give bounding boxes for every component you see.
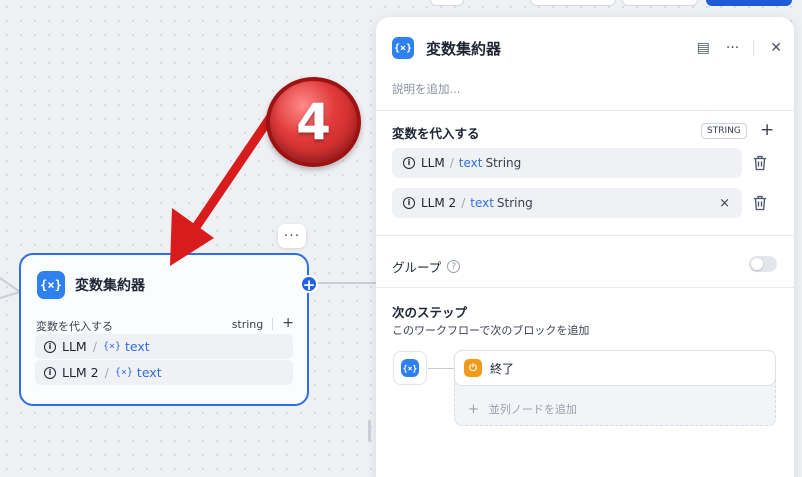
next-step-subtitle: このワークフローで次のブロックを追加: [392, 324, 590, 337]
divider: [376, 287, 794, 288]
outgoing-edge: [316, 282, 378, 284]
add-next-node-button[interactable]: +: [300, 275, 318, 294]
variable-row[interactable]: i LLM 2 / text String ×: [392, 188, 742, 218]
close-icon[interactable]: ✕: [770, 40, 782, 56]
node-section-label: 変数を代入する: [36, 320, 113, 333]
llm-icon: i: [44, 340, 56, 353]
divider: [376, 235, 794, 236]
node-settings-panel: {×} 変数集約器 ▤ ··· ✕ 説明を追加... 変数を代入する STRIN…: [376, 17, 794, 477]
panel-header: {×} 変数集約器 ▤ ··· ✕: [392, 37, 782, 59]
flow-connector: [428, 368, 454, 369]
variable-icon: {×}: [401, 359, 419, 377]
description-input[interactable]: 説明を追加...: [392, 81, 460, 97]
variable-row[interactable]: i LLM / text String: [392, 148, 742, 178]
node-type-label: string: [231, 318, 264, 331]
group-label: グループ ?: [392, 257, 461, 276]
publish-button[interactable]: [706, 0, 792, 6]
annotation-badge: 4: [266, 77, 361, 167]
end-icon: ⏻: [464, 359, 482, 377]
book-icon[interactable]: ▤: [697, 40, 710, 56]
node-variable-row: i LLM / {×} text: [35, 334, 293, 359]
add-variable-button[interactable]: +: [760, 120, 774, 140]
panel-title: 変数集約器: [426, 39, 502, 58]
variable-icon: {×}: [114, 367, 133, 378]
end-node-card[interactable]: ⏻ 終了: [454, 350, 776, 386]
node-section-header: 変数を代入する string +: [36, 316, 294, 334]
group-toggle[interactable]: [749, 256, 777, 272]
assign-section-title: 変数を代入する: [392, 126, 480, 141]
toolbar-button[interactable]: [530, 0, 616, 6]
toolbar-button[interactable]: [430, 0, 464, 6]
node-header: {×} 変数集約器: [37, 271, 145, 299]
trash-icon[interactable]: [753, 155, 767, 171]
add-parallel-node-button[interactable]: + 並列ノードを追加: [468, 401, 577, 417]
plus-icon: +: [468, 402, 479, 417]
variable-icon: {×}: [37, 271, 65, 299]
divider: [376, 110, 794, 111]
type-badge: STRING: [701, 123, 747, 139]
node-variable-row: i LLM 2 / {×} text: [35, 360, 293, 385]
variable-icon: {×}: [392, 37, 414, 59]
clear-icon[interactable]: ×: [719, 196, 730, 211]
toolbar-button[interactable]: [622, 0, 698, 6]
canvas-scrollbar[interactable]: [368, 420, 371, 442]
flow-source-node: {×}: [393, 351, 427, 385]
node-add-variable-button[interactable]: +: [282, 316, 294, 334]
help-icon[interactable]: ?: [447, 260, 461, 273]
more-icon[interactable]: ···: [726, 40, 739, 56]
node-title: 変数集約器: [75, 278, 145, 294]
variable-icon: {×}: [102, 341, 121, 352]
llm-icon: i: [403, 197, 415, 209]
next-step-title: 次のステップ: [392, 305, 468, 320]
llm-icon: i: [403, 157, 415, 169]
trash-icon[interactable]: [753, 195, 767, 211]
llm-icon: i: [44, 366, 56, 379]
